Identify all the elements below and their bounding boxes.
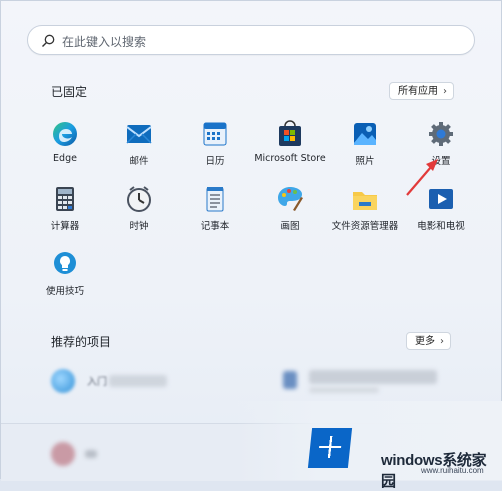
app-label: 日历 xyxy=(205,156,225,167)
recommended-item-getstarted[interactable]: 入门 xyxy=(51,369,171,393)
more-button[interactable]: 更多 › xyxy=(406,332,451,350)
movies-tv-icon xyxy=(426,184,456,214)
app-label: 计算器 xyxy=(50,221,80,232)
mail-icon xyxy=(124,119,154,149)
blurred-text xyxy=(309,370,437,384)
app-photos[interactable]: 照片 xyxy=(326,119,404,167)
chevron-right-icon: › xyxy=(440,336,444,347)
recommended-title: 推荐的项目 xyxy=(51,335,112,349)
paint-palette-icon xyxy=(275,184,305,214)
all-apps-label: 所有应用 xyxy=(398,86,438,97)
edge-icon xyxy=(50,119,80,149)
app-clock[interactable]: 时钟 xyxy=(100,184,178,232)
search-icon xyxy=(42,34,55,47)
clock-icon xyxy=(124,184,154,214)
pinned-title: 已固定 xyxy=(51,85,88,99)
app-label: 电影和电视 xyxy=(417,221,465,232)
file-icon xyxy=(283,371,297,389)
photos-icon xyxy=(350,119,380,149)
app-movies-tv[interactable]: 电影和电视 xyxy=(402,184,480,232)
calendar-icon xyxy=(200,119,230,149)
app-label: Microsoft Store xyxy=(254,153,326,164)
app-label: 文件资源管理器 xyxy=(331,221,399,232)
app-microsoft-store[interactable]: Microsoft Store xyxy=(251,119,329,164)
app-calculator[interactable]: 计算器 xyxy=(26,184,104,232)
windows-logo-icon xyxy=(307,428,353,468)
getstarted-icon xyxy=(51,369,75,393)
chevron-right-icon: › xyxy=(443,86,447,97)
app-label: 使用技巧 xyxy=(45,286,84,297)
watermark-subtext: www.ruihaitu.com xyxy=(421,466,484,475)
folder-icon xyxy=(350,184,380,214)
more-label: 更多 xyxy=(415,336,435,347)
blurred-text xyxy=(309,387,379,393)
store-icon xyxy=(275,119,305,149)
recommended-item-blurred[interactable] xyxy=(283,367,443,395)
app-label: Edge xyxy=(53,153,77,164)
app-settings[interactable]: 设置 xyxy=(402,119,480,167)
app-label: 画图 xyxy=(280,221,300,232)
avatar xyxy=(51,442,75,466)
blurred-text xyxy=(109,375,167,387)
settings-gear-icon xyxy=(426,119,456,149)
notepad-icon xyxy=(200,184,230,214)
app-label: 邮件 xyxy=(129,156,149,167)
search-box[interactable]: 在此键入以搜索 xyxy=(27,25,475,55)
blurred-text xyxy=(85,450,97,458)
search-placeholder: 在此键入以搜索 xyxy=(62,35,147,49)
app-file-explorer[interactable]: 文件资源管理器 xyxy=(326,184,404,232)
app-tips[interactable]: 使用技巧 xyxy=(26,249,104,297)
app-label: 记事本 xyxy=(200,221,230,232)
app-label: 时钟 xyxy=(129,221,149,232)
start-menu: 在此键入以搜索 已固定 所有应用 › Edge 邮件 日历 Microsoft … xyxy=(0,0,502,490)
app-calendar[interactable]: 日历 xyxy=(176,119,254,167)
recommended-item-label: 入门 xyxy=(87,377,107,388)
tips-bulb-icon xyxy=(50,249,80,279)
app-paint[interactable]: 画图 xyxy=(251,184,329,232)
all-apps-button[interactable]: 所有应用 › xyxy=(389,82,454,100)
user-account[interactable] xyxy=(51,442,111,466)
app-edge[interactable]: Edge xyxy=(26,119,104,164)
calculator-icon xyxy=(50,184,80,214)
app-label: 照片 xyxy=(355,156,375,167)
app-mail[interactable]: 邮件 xyxy=(100,119,178,167)
app-notepad[interactable]: 记事本 xyxy=(176,184,254,232)
app-label: 设置 xyxy=(431,156,451,167)
